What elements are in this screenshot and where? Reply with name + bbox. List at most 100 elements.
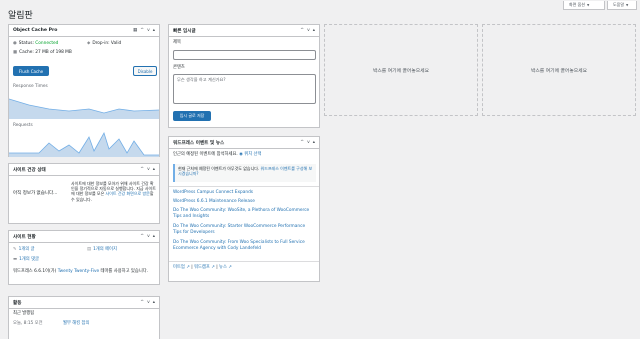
recent-published-heading: 최근 발행됨: [13, 311, 35, 316]
page-icon: ▤: [87, 247, 92, 252]
news-item-1[interactable]: WordPress Campus Connect Expands: [173, 190, 253, 196]
site-health-link[interactable]: 사이트 건강 화면으로 방문: [106, 191, 150, 196]
requests-chart: [9, 131, 159, 157]
widget-header: 사이트 현황 ^ v ▴: [9, 231, 159, 243]
comments-count-link[interactable]: ▬ 1개의 댓글: [13, 257, 39, 263]
dropin-label: Drop-in: Valid: [92, 41, 122, 46]
chevron-up-icon[interactable]: ^: [300, 28, 304, 33]
database-icon: ■: [13, 50, 18, 55]
pages-count-label: 1개의 페이지: [93, 247, 117, 252]
help-button[interactable]: 도움말 ▼: [607, 1, 637, 10]
chevron-down-icon[interactable]: v: [147, 300, 150, 305]
widget-header: 사이트 건강 상태 ^ v ▴: [9, 164, 159, 176]
chevron-up-icon[interactable]: ^: [140, 28, 144, 33]
theme-link[interactable]: Twenty Twenty-Five: [58, 269, 99, 274]
posts-count-link[interactable]: ✎ 1개의 글: [13, 247, 35, 253]
events-notice: 현재 근처에 예정된 이벤트가 아무것도 없습니다. 워드프레스 이벤트를 구성…: [173, 164, 316, 182]
widget-title: 활동: [13, 300, 22, 306]
collapse-icon[interactable]: ▴: [153, 300, 155, 305]
collapse-icon[interactable]: ▴: [313, 28, 315, 33]
chevron-down-icon: ▼: [587, 3, 590, 7]
theme-suffix: 테마를 사용하고 있습니다.: [100, 269, 149, 274]
chevron-up-icon[interactable]: ^: [140, 167, 144, 172]
news-item-4[interactable]: Do The Woo Community: Starter WooCommerc…: [173, 224, 313, 236]
chevron-up-icon[interactable]: ^: [140, 300, 144, 305]
cache-status: ● Status: Connected: [13, 41, 58, 47]
response-time-chart: [9, 98, 159, 119]
status-value: Connected: [35, 41, 59, 46]
cache-usage-label: Cache: 27 MB of 198 MB: [19, 50, 72, 55]
help-label: 도움말: [613, 2, 625, 7]
wp-events-widget: 워드프레스 이벤트 및 뉴스 ^ v ▴ 인근의 예정된 이벤트에 참석하세요.…: [168, 136, 320, 282]
theme-prefix: 워드프레스 6.6.1이(가): [13, 269, 57, 274]
flush-cache-button[interactable]: Flush Cache: [13, 66, 49, 76]
chevron-down-icon[interactable]: v: [147, 234, 150, 239]
chevron-down-icon[interactable]: v: [147, 28, 150, 33]
page-title: 알림판: [8, 11, 33, 21]
widget-header: 워드프레스 이벤트 및 뉴스 ^ v ▴: [169, 137, 319, 149]
status-label: Status:: [18, 41, 34, 46]
events-intro: 인근의 예정된 이벤트에 참석하세요. ◉ 위치 선택: [173, 152, 261, 158]
comments-count-label: 1개의 댓글: [19, 257, 39, 262]
chevron-down-icon[interactable]: v: [307, 28, 310, 33]
widget-header: 빠른 임시글 ^ v ▴: [169, 25, 319, 37]
widget-header: 활동 ^ v ▴: [9, 297, 159, 309]
collapse-icon[interactable]: ▴: [153, 167, 155, 172]
widget-title: Object Cache Pro: [13, 28, 58, 33]
meetups-link[interactable]: 미트업: [173, 265, 185, 270]
site-health-widget: 사이트 건강 상태 ^ v ▴ 아직 정보가 없습니다... 사이트에 대한 정…: [8, 163, 160, 224]
collapse-icon[interactable]: ▴: [313, 140, 315, 145]
drop-zone-1[interactable]: 박스를 여기에 끌어놓으세요: [324, 24, 478, 116]
drop-zone-2[interactable]: 박스를 여기에 끌어놓으세요: [482, 24, 636, 116]
news-item-5[interactable]: Do The Woo Community: From Woo Specialis…: [173, 240, 313, 252]
health-description: 사이트에 대한 정보를 모아가 위해 사이트 건강 확인을 정기적으로 자동으로…: [71, 181, 157, 202]
disable-button[interactable]: Disable: [133, 66, 157, 76]
status-icon: ●: [13, 41, 17, 46]
widget-title: 사이트 건강 상태: [13, 167, 46, 173]
news-item-3[interactable]: Do The Woo Community: WooSite, a Plethor…: [173, 208, 313, 220]
news-item-2[interactable]: WordPress 6.6.1 Maintenance Release: [173, 199, 255, 205]
health-status-text: 아직 정보가 없습니다...: [13, 191, 58, 196]
dropin-status: ◆ Drop-in: Valid: [87, 41, 121, 47]
collapse-icon[interactable]: ▴: [153, 28, 155, 33]
draft-title-input[interactable]: [173, 50, 316, 60]
activity-post-link[interactable]: 월부 해킹 잡의: [63, 321, 89, 327]
widget-title: 워드프레스 이벤트 및 뉴스: [173, 140, 225, 146]
chevron-down-icon[interactable]: v: [147, 167, 150, 172]
external-link-icon: ↗: [186, 265, 190, 270]
at-a-glance-widget: 사이트 현황 ^ v ▴ ✎ 1개의 글 ▤ 1개의 페이지 ▬ 1개의 댓글 워드프…: [8, 230, 160, 285]
chevron-up-icon[interactable]: ^: [300, 140, 304, 145]
posts-count-label: 1개의 글: [18, 247, 35, 252]
chevron-down-icon: ▼: [626, 3, 629, 7]
collapse-icon[interactable]: ▴: [153, 234, 155, 239]
external-link-icon: ↗: [211, 265, 215, 270]
object-cache-widget: Object Cache Pro ▦ ^ v ▴ ● Status: Connec…: [8, 24, 160, 157]
pages-count-link[interactable]: ▤ 1개의 페이지: [87, 247, 117, 253]
quick-draft-widget: 빠른 임시글 ^ v ▴ 제목 콘텐츠 무슨 생각을 하고 계신가요? 임시 글…: [168, 24, 320, 128]
screen-options-label: 화면 옵션: [569, 2, 585, 7]
comment-icon: ▬: [13, 257, 18, 262]
grid-icon[interactable]: ▦: [133, 28, 137, 33]
chevron-up-icon[interactable]: ^: [140, 234, 144, 239]
draft-content-textarea[interactable]: 무슨 생각을 하고 계신가요?: [173, 74, 316, 104]
location-icon: ◉: [239, 152, 243, 157]
draft-content-label: 콘텐츠: [173, 65, 185, 70]
select-location-link[interactable]: 위치 선택: [244, 152, 261, 157]
chevron-down-icon[interactable]: v: [307, 140, 310, 145]
wordcamps-link[interactable]: 워드캠프: [194, 265, 210, 270]
response-area: [9, 99, 159, 119]
save-draft-button[interactable]: 임시 글로 저장: [173, 111, 211, 121]
draft-content-placeholder: 무슨 생각을 하고 계신가요?: [177, 77, 226, 82]
external-link-icon: ↗: [228, 265, 232, 270]
cache-usage: ■ Cache: 27 MB of 198 MB: [13, 50, 72, 56]
divider: [169, 186, 319, 187]
widget-header: Object Cache Pro ▦ ^ v ▴: [9, 25, 159, 37]
events-footer: 미트업 ↗ | 워드캠프 ↗ | 뉴스 ↗: [173, 265, 232, 270]
activity-widget: 활동 ^ v ▴ 최근 발행됨 오늘, 8:15 오전 월부 해킹 잡의: [8, 296, 160, 339]
screen-options-button[interactable]: 화면 옵션 ▼: [563, 1, 605, 10]
events-intro-text: 인근의 예정된 이벤트에 참석하세요.: [173, 152, 238, 157]
plug-icon: ◆: [87, 41, 91, 46]
news-link[interactable]: 뉴스: [219, 265, 227, 270]
drop-zone-label: 박스를 여기에 끌어놓으세요: [372, 68, 429, 74]
theme-info: 워드프레스 6.6.1이(가) Twenty Twenty-Five 테마를 사…: [13, 269, 159, 275]
